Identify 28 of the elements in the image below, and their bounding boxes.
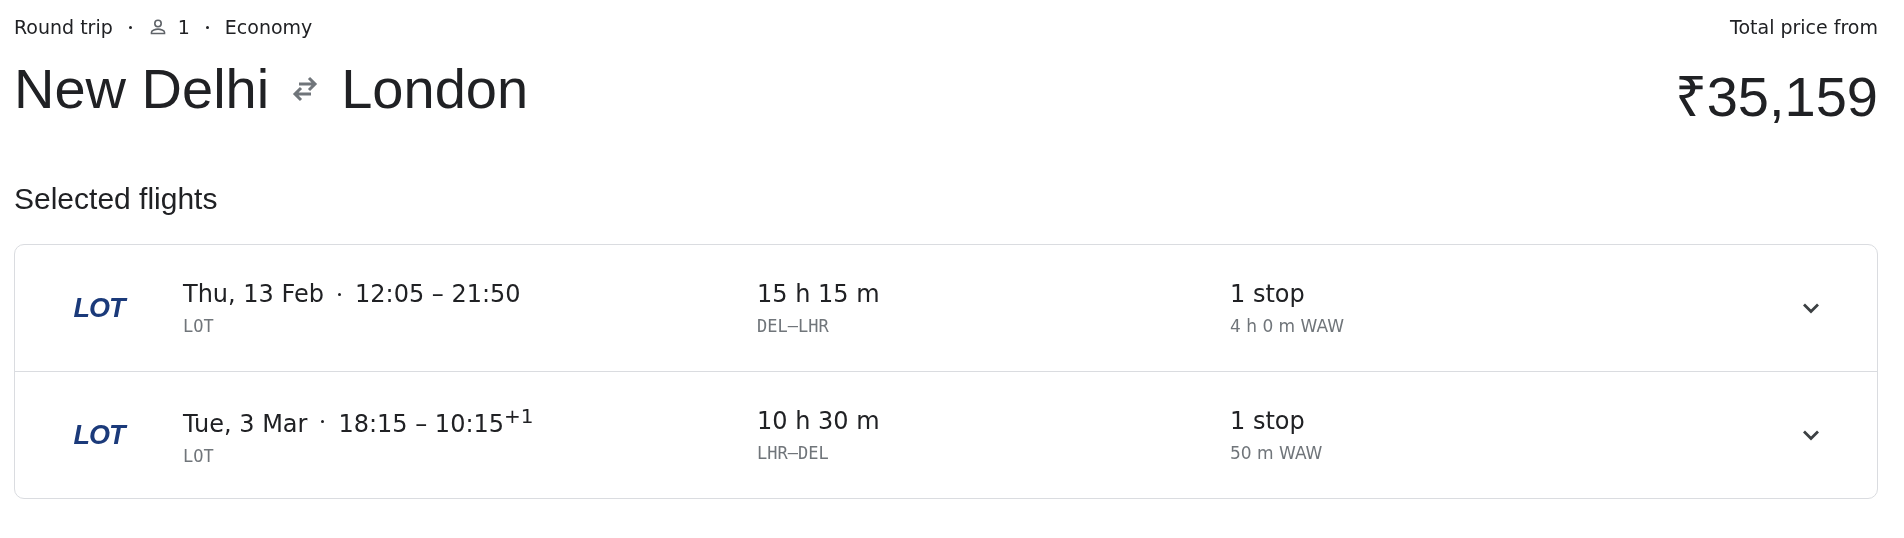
trip-type: Round trip xyxy=(14,16,113,38)
flight-duration: 10 h 30 m xyxy=(757,407,881,435)
flight-date: Thu, 13 Feb xyxy=(183,280,324,308)
flight-times: 18:15 – 10:15$^{+1}$ xyxy=(338,404,534,438)
passenger-count: 1 xyxy=(177,16,190,38)
flight-duration: 15 h 15 m xyxy=(757,280,881,308)
section-title: Selected flights xyxy=(14,182,219,216)
airline-name: LOT xyxy=(183,446,215,466)
separator-dot xyxy=(338,292,341,296)
flight-row[interactable]: LOT Thu, 13 Feb 12:05 – 21:50 LOT 15 h 15 m DEL–LHR 1 stop 4 h 0 m WAW xyxy=(15,245,1877,371)
stop-count: 1 stop xyxy=(1230,407,1306,435)
airport-codes: LHR–DEL xyxy=(757,443,830,463)
stop-count: 1 stop xyxy=(1230,280,1306,308)
separator-dot xyxy=(128,25,132,29)
flight-times: 12:05 – 21:50 xyxy=(355,280,521,308)
flight-date: Tue, 3 Mar xyxy=(183,410,308,438)
origin-city: New Delhi xyxy=(14,56,270,121)
destination-city: London xyxy=(341,56,529,121)
flight-row[interactable]: LOT Tue, 3 Mar 18:15 – 10:15$^{+1}$ LOT 10 h 30 m LHR–DEL 1 stop 50 m WAW xyxy=(15,371,1877,498)
separator-dot xyxy=(205,25,209,29)
airline-name: LOT xyxy=(183,316,215,336)
separator-dot xyxy=(321,419,325,423)
airport-codes: DEL–LHR xyxy=(757,316,830,336)
cabin-class: Economy xyxy=(224,16,313,38)
layover-info: 4 h 0 m WAW xyxy=(1230,316,1345,336)
total-price: ₹35,159 xyxy=(1674,64,1878,130)
layover-info: 50 m WAW xyxy=(1230,443,1324,463)
price-label: Total price from xyxy=(1730,15,1878,40)
